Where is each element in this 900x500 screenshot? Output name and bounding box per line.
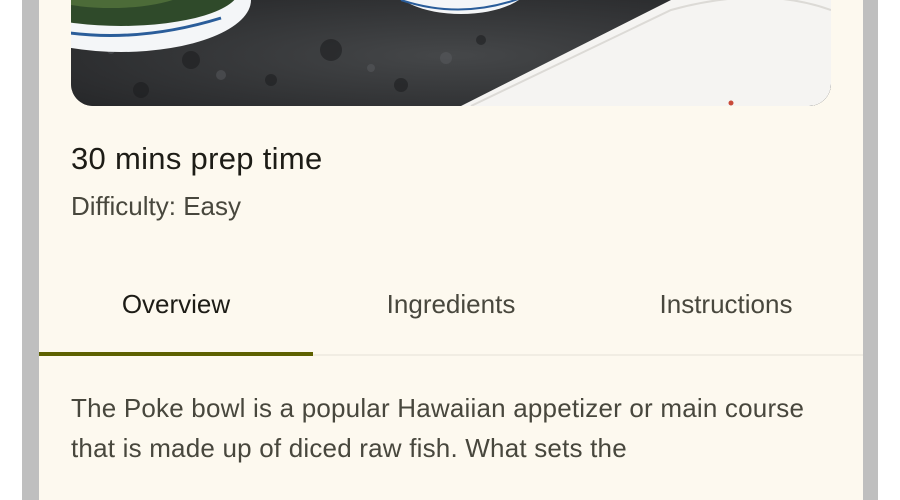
tab-overview[interactable]: Overview (39, 254, 313, 356)
recipe-description: The Poke bowl is a popular Hawaiian appe… (71, 393, 805, 463)
tab-instructions-label: Instructions (659, 288, 793, 319)
tab-active-indicator (39, 352, 313, 356)
tab-instructions[interactable]: Instructions (589, 254, 863, 354)
difficulty-label: Difficulty: Easy (71, 191, 242, 221)
tab-ingredients[interactable]: Ingredients (313, 254, 589, 354)
recipe-tabs: Overview Ingredients Instructions (39, 254, 863, 356)
tab-overview-label: Overview (121, 288, 231, 319)
recipe-photo-image (71, 0, 831, 106)
prep-time: 30 mins prep time (71, 141, 323, 176)
recipe-detail-sheet: 30 mins prep time Difficulty: Easy Overv… (39, 0, 863, 500)
tab-ingredients-label: Ingredients (386, 288, 516, 319)
recipe-photo (71, 0, 831, 106)
